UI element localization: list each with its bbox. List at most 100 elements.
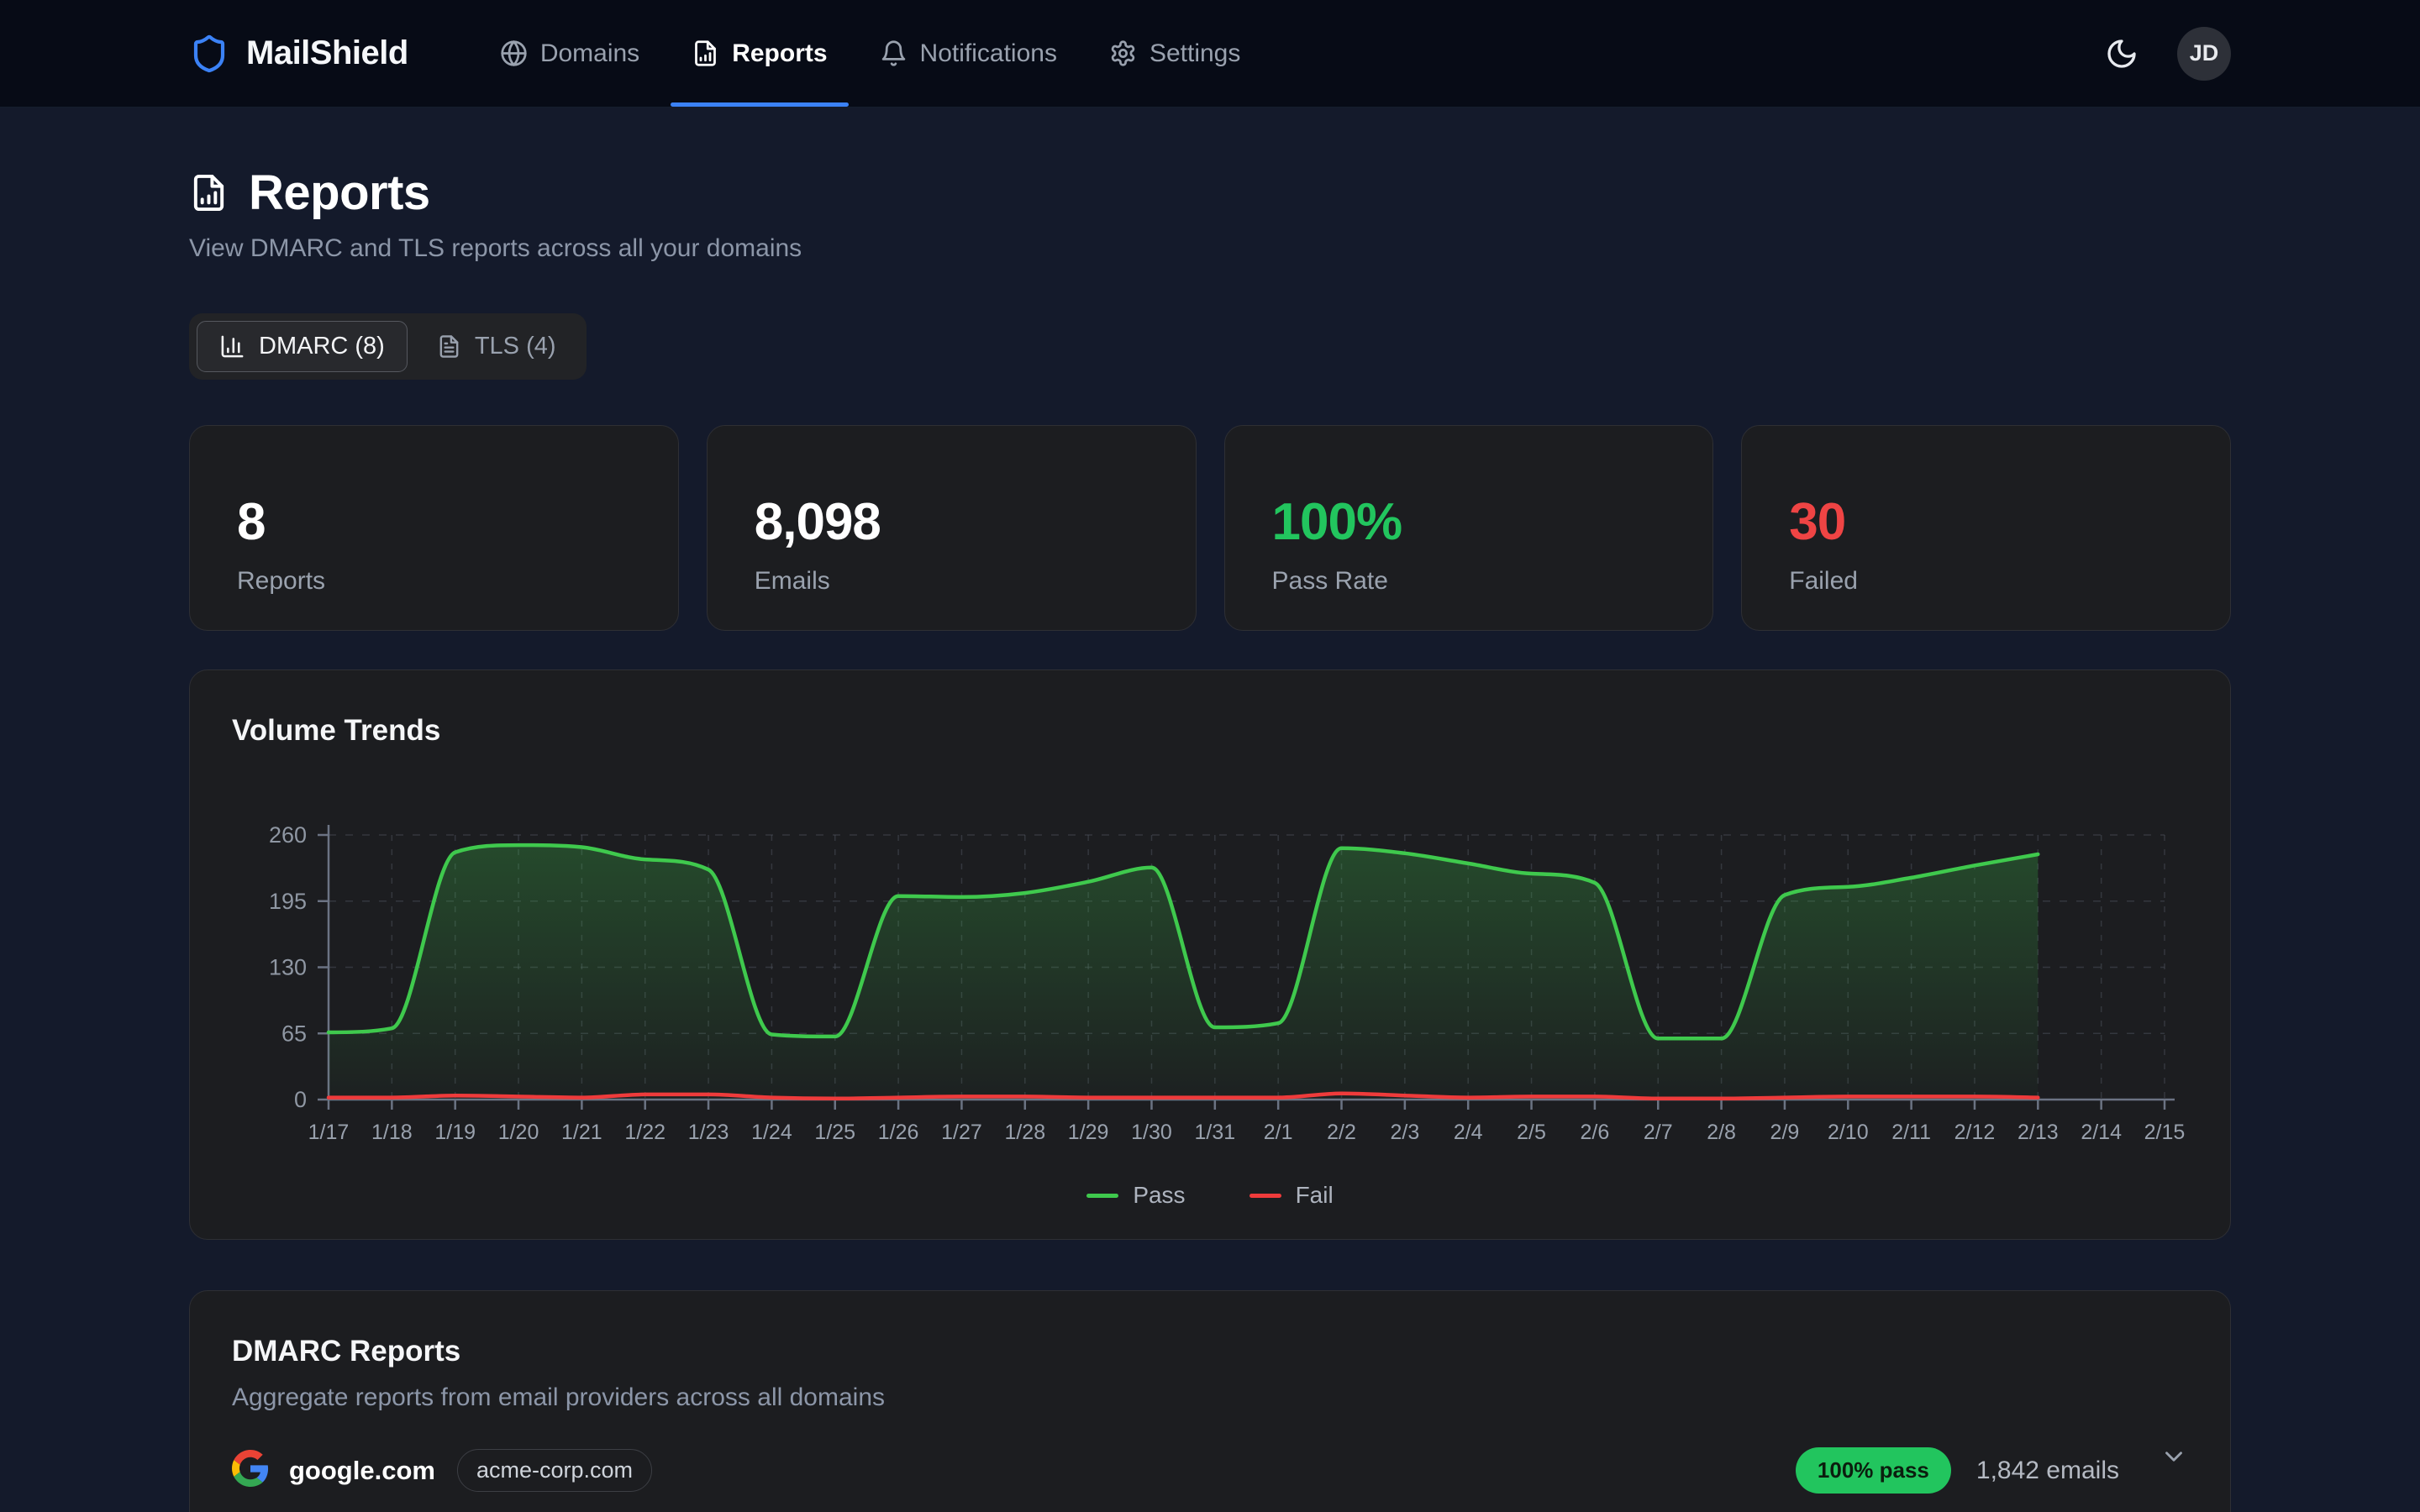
legend-label: Pass xyxy=(1133,1182,1185,1209)
report-type-tabs: DMARC (8) TLS (4) xyxy=(189,313,587,380)
svg-text:2/5: 2/5 xyxy=(1517,1121,1546,1144)
svg-text:1/23: 1/23 xyxy=(688,1121,729,1144)
chart-column-icon xyxy=(219,333,245,360)
nav-item-label: Domains xyxy=(540,39,639,68)
page-subtitle: View DMARC and TLS reports across all yo… xyxy=(189,234,2231,263)
page-title: Reports xyxy=(249,165,430,221)
provider-name: google.com xyxy=(289,1456,435,1486)
tab-label: TLS (4) xyxy=(475,333,556,360)
report-row-right: 100% pass 1,842 emails xyxy=(1796,1447,2188,1494)
nav-item-label: Notifications xyxy=(920,39,1057,68)
nav-menu: Domains Reports Notifications xyxy=(474,0,1267,107)
svg-text:2/15: 2/15 xyxy=(2144,1121,2186,1144)
avatar[interactable]: JD xyxy=(2177,27,2231,81)
svg-text:1/28: 1/28 xyxy=(1004,1121,1045,1144)
stats-row: 8 Reports 8,098 Emails 100% Pass Rate 30… xyxy=(189,425,2231,631)
volume-trends-chart: 0 65 130 195 260 1/17 1/18 1/19 1/20 1/21 1/22 1/23… xyxy=(232,793,2190,1152)
chevron-down-icon[interactable] xyxy=(2160,1442,2188,1471)
stat-value: 8,098 xyxy=(755,492,1196,552)
svg-text:2/8: 2/8 xyxy=(1707,1121,1736,1144)
svg-text:2/12: 2/12 xyxy=(1954,1121,1996,1144)
legend-item-fail: Fail xyxy=(1249,1182,1334,1209)
svg-text:1/30: 1/30 xyxy=(1131,1121,1172,1144)
svg-text:1/18: 1/18 xyxy=(371,1121,413,1144)
file-chart-icon xyxy=(189,173,229,213)
bell-icon xyxy=(880,39,908,67)
gear-icon xyxy=(1109,39,1137,67)
svg-text:1/29: 1/29 xyxy=(1068,1121,1109,1144)
stat-card-failed: 30 Failed xyxy=(1741,425,2231,631)
svg-text:1/27: 1/27 xyxy=(941,1121,982,1144)
active-nav-underline xyxy=(671,102,848,107)
stat-card-reports: 8 Reports xyxy=(189,425,679,631)
globe-icon xyxy=(500,39,528,67)
nav-item-label: Settings xyxy=(1150,39,1240,68)
stat-label: Reports xyxy=(237,567,678,596)
legend-label: Fail xyxy=(1296,1182,1334,1209)
tab-tls[interactable]: TLS (4) xyxy=(414,321,579,372)
email-count: 1,842 emails xyxy=(1976,1457,2119,1485)
svg-text:260: 260 xyxy=(269,822,307,848)
svg-text:2/9: 2/9 xyxy=(1770,1121,1800,1144)
svg-text:1/21: 1/21 xyxy=(561,1121,602,1144)
svg-text:2/6: 2/6 xyxy=(1581,1121,1610,1144)
svg-text:2/7: 2/7 xyxy=(1644,1121,1673,1144)
stat-value: 8 xyxy=(237,492,678,552)
stat-card-pass-rate: 100% Pass Rate xyxy=(1224,425,1714,631)
nav-right: JD xyxy=(2105,27,2231,81)
svg-text:2/14: 2/14 xyxy=(2081,1121,2122,1144)
dmarc-reports-subtitle: Aggregate reports from email providers a… xyxy=(232,1383,2188,1412)
svg-text:2/3: 2/3 xyxy=(1390,1121,1419,1144)
svg-text:2/2: 2/2 xyxy=(1327,1121,1356,1144)
dmarc-reports-card: DMARC Reports Aggregate reports from ema… xyxy=(189,1290,2231,1512)
file-text-icon xyxy=(437,334,461,359)
navbar: MailShield Domains Reports xyxy=(0,0,2420,108)
brand[interactable]: MailShield xyxy=(189,34,408,74)
page-header: Reports View DMARC and TLS reports acros… xyxy=(189,165,2231,263)
shield-logo-icon xyxy=(189,34,229,74)
svg-text:1/19: 1/19 xyxy=(434,1121,476,1144)
svg-text:65: 65 xyxy=(281,1021,307,1046)
nav-item-domains[interactable]: Domains xyxy=(474,0,666,107)
svg-text:2/1: 2/1 xyxy=(1264,1121,1293,1144)
svg-text:1/17: 1/17 xyxy=(308,1121,350,1144)
nav-item-notifications[interactable]: Notifications xyxy=(854,0,1083,107)
nav-item-settings[interactable]: Settings xyxy=(1083,0,1266,107)
svg-text:2/10: 2/10 xyxy=(1828,1121,1869,1144)
google-icon xyxy=(232,1450,269,1491)
stat-label: Pass Rate xyxy=(1272,567,1713,596)
svg-text:195: 195 xyxy=(269,889,307,914)
svg-text:1/24: 1/24 xyxy=(751,1121,792,1144)
svg-text:1/31: 1/31 xyxy=(1194,1121,1235,1144)
chart-area: 0 65 130 195 260 1/17 1/18 1/19 1/20 1/21 1/22 1/23… xyxy=(232,793,2188,1157)
moon-icon xyxy=(2105,37,2139,71)
stat-value: 100% xyxy=(1272,492,1713,552)
svg-text:1/22: 1/22 xyxy=(624,1121,666,1144)
svg-text:130: 130 xyxy=(269,955,307,980)
nav-item-reports[interactable]: Reports xyxy=(666,0,853,107)
stat-label: Emails xyxy=(755,567,1196,596)
svg-text:0: 0 xyxy=(294,1087,307,1112)
stat-label: Failed xyxy=(1789,567,2230,596)
report-row-google[interactable]: google.com acme-corp.com 100% pass 1,842… xyxy=(232,1447,2188,1494)
file-chart-icon xyxy=(692,39,719,67)
svg-text:1/25: 1/25 xyxy=(814,1121,855,1144)
stat-value: 30 xyxy=(1789,492,2230,552)
main-content: Reports View DMARC and TLS reports acros… xyxy=(0,165,2420,1512)
legend-item-pass: Pass xyxy=(1086,1182,1185,1209)
pass-rate-badge: 100% pass xyxy=(1796,1447,1951,1494)
svg-text:1/20: 1/20 xyxy=(498,1121,539,1144)
svg-text:1/26: 1/26 xyxy=(878,1121,919,1144)
theme-toggle-button[interactable] xyxy=(2105,37,2139,71)
volume-trends-card: Volume Trends 0 65 130 195 260 1/17 1/18 1/19 1/… xyxy=(189,669,2231,1240)
pass-line-swatch xyxy=(1086,1194,1118,1198)
chart-title: Volume Trends xyxy=(232,714,2188,748)
stat-card-emails: 8,098 Emails xyxy=(707,425,1197,631)
tab-label: DMARC (8) xyxy=(259,333,385,360)
svg-text:2/13: 2/13 xyxy=(2018,1121,2059,1144)
svg-text:2/11: 2/11 xyxy=(1891,1121,1931,1144)
fail-line-swatch xyxy=(1249,1194,1281,1198)
nav-item-label: Reports xyxy=(732,39,827,68)
dmarc-reports-title: DMARC Reports xyxy=(232,1335,2188,1368)
tab-dmarc[interactable]: DMARC (8) xyxy=(197,321,408,372)
